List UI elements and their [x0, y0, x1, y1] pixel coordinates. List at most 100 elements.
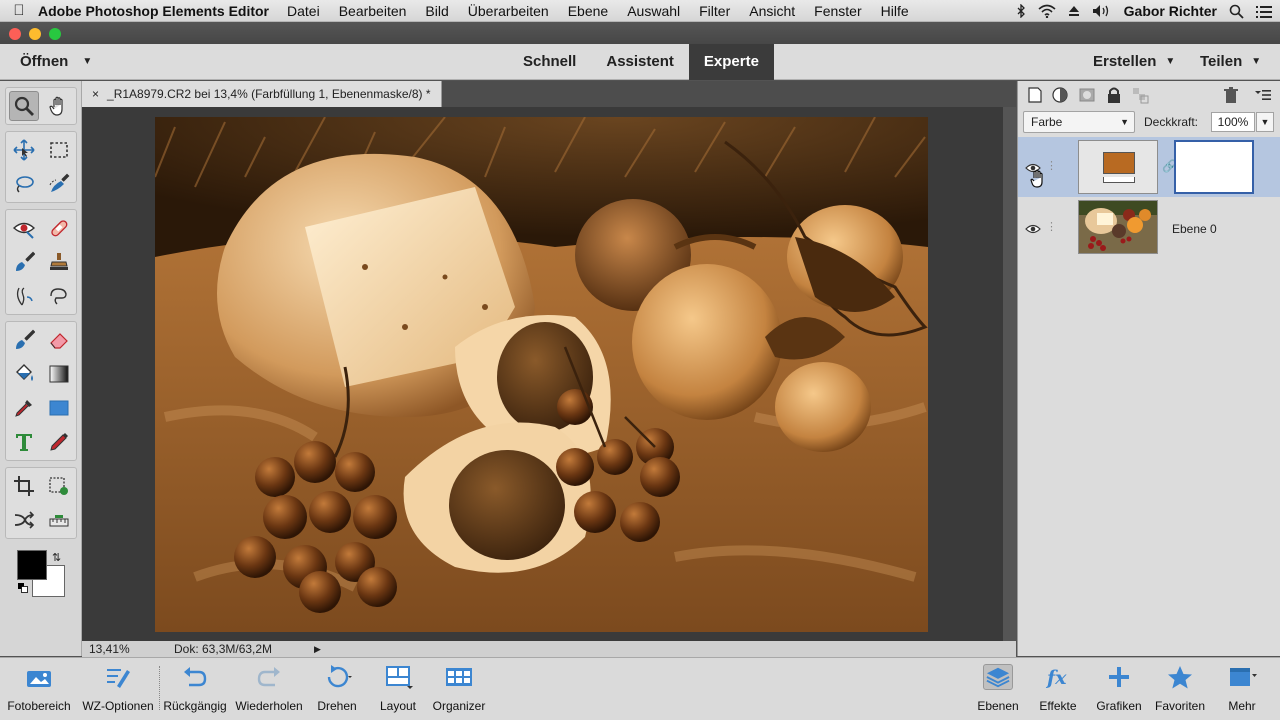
lock-icon[interactable]	[1105, 86, 1123, 104]
foreground-color-swatch[interactable]	[17, 550, 47, 580]
recompose-tool[interactable]	[44, 471, 74, 501]
content-aware-move-tool[interactable]	[9, 505, 39, 535]
open-button[interactable]: Öffnen ▼	[20, 44, 92, 80]
text-t-icon	[16, 434, 32, 451]
brush-tool[interactable]	[9, 325, 39, 355]
close-window-button[interactable]	[9, 28, 21, 40]
blur-icon	[16, 287, 33, 306]
status-menu-arrow-icon[interactable]: ▶	[314, 641, 321, 657]
spotlight-search-icon[interactable]	[1229, 4, 1244, 19]
document-tab[interactable]: × _R1A8979.CR2 bei 13,4% (Farbfüllung 1, …	[82, 81, 442, 107]
share-button[interactable]: Teilen ▼	[1200, 44, 1261, 80]
layer-row-fill[interactable]: ⋮ 🔗	[1018, 137, 1280, 197]
menu-fenster[interactable]: Fenster	[814, 3, 861, 19]
effects-label: Effekte	[1039, 699, 1077, 713]
visibility-eye-icon[interactable]	[1025, 223, 1041, 235]
tool-options-button[interactable]: WZ-Optionen	[78, 658, 158, 720]
vertical-scrollbar[interactable]	[1003, 107, 1016, 641]
default-colors-icon[interactable]	[18, 583, 28, 593]
trash-icon[interactable]	[1222, 86, 1240, 104]
user-name[interactable]: Gabor Richter	[1124, 3, 1217, 19]
panel-menu-icon[interactable]	[1254, 86, 1272, 104]
mode-quick-tab[interactable]: Schnell	[508, 44, 591, 80]
plus-icon	[1109, 667, 1129, 687]
app-name-menu[interactable]: Adobe Photoshop Elements Editor	[38, 3, 269, 19]
chevron-down-icon: ▼	[1120, 117, 1129, 127]
favorites-button[interactable]: Favoriten	[1150, 658, 1210, 720]
menu-auswahl[interactable]: Auswahl	[627, 3, 680, 19]
sepia-still-life-photo[interactable]	[155, 117, 928, 632]
menu-hilfe[interactable]: Hilfe	[881, 3, 909, 19]
spot-healing-brush-tool[interactable]	[44, 213, 74, 243]
wifi-icon[interactable]	[1038, 4, 1056, 18]
apple-menu-icon[interactable]: 	[0, 2, 38, 19]
photo-layer-thumbnail[interactable]	[1078, 200, 1158, 254]
paint-bucket-tool[interactable]	[9, 359, 39, 389]
menu-bearbeiten[interactable]: Bearbeiten	[339, 3, 407, 19]
opacity-dropdown-button[interactable]: ▼	[1256, 112, 1274, 132]
zoom-tool[interactable]	[9, 91, 39, 121]
volume-icon[interactable]	[1092, 4, 1112, 18]
minimize-window-button[interactable]	[29, 28, 41, 40]
blur-tool[interactable]	[9, 281, 39, 311]
menu-datei[interactable]: Datei	[287, 3, 320, 19]
layout-button[interactable]: Layout	[370, 658, 426, 720]
new-layer-icon[interactable]	[1026, 86, 1044, 104]
eject-icon[interactable]	[1068, 5, 1080, 17]
red-eye-removal-tool[interactable]	[9, 213, 39, 243]
tool-options-label: WZ-Optionen	[82, 699, 154, 713]
mode-guided-tab[interactable]: Assistent	[591, 44, 689, 80]
menu-ansicht[interactable]: Ansicht	[749, 3, 795, 19]
adjustment-layer-icon[interactable]	[1051, 86, 1069, 104]
photo-bin-label: Fotobereich	[7, 699, 71, 713]
layers-panel-button[interactable]: Ebenen	[970, 658, 1026, 720]
bluetooth-icon[interactable]	[1016, 4, 1026, 18]
eraser-tool[interactable]	[44, 325, 74, 355]
photo-bin-button[interactable]: Fotobereich	[0, 658, 78, 720]
lock-transparency-icon[interactable]	[1131, 86, 1149, 104]
menu-ueberarbeiten[interactable]: Überarbeiten	[468, 3, 549, 19]
notification-list-icon[interactable]	[1256, 5, 1272, 18]
hand-tool[interactable]	[44, 91, 74, 121]
opacity-input[interactable]: 100%	[1211, 112, 1255, 132]
menu-ebene[interactable]: Ebene	[568, 3, 608, 19]
lasso-tool[interactable]	[9, 169, 39, 199]
fill-layer-thumbnail[interactable]	[1078, 140, 1158, 194]
gradient-tool[interactable]	[44, 359, 74, 389]
more-button[interactable]: Mehr	[1214, 658, 1270, 720]
redo-label: Wiederholen	[235, 699, 303, 713]
crop-tool[interactable]	[9, 471, 39, 501]
layer-row-ebene-0[interactable]: ⋮ Ebene 0	[1018, 199, 1280, 259]
graphics-button[interactable]: Grafiken	[1090, 658, 1148, 720]
swap-colors-icon[interactable]: ⇅	[52, 551, 61, 564]
layer-mask-thumbnail[interactable]	[1174, 140, 1254, 194]
toolbox: ⇅	[0, 81, 82, 656]
effects-button[interactable]: fx Effekte	[1030, 658, 1086, 720]
smart-brush-tool[interactable]	[9, 247, 39, 277]
pencil-tool[interactable]	[44, 427, 74, 457]
type-tool[interactable]	[9, 427, 39, 457]
undo-button[interactable]: Rückgängig	[160, 658, 230, 720]
custom-shape-tool[interactable]	[44, 393, 74, 423]
sponge-tool[interactable]	[44, 281, 74, 311]
menu-bild[interactable]: Bild	[425, 3, 448, 19]
menu-filter[interactable]: Filter	[699, 3, 730, 19]
quick-selection-tool[interactable]	[44, 169, 74, 199]
redo-button[interactable]: Wiederholen	[232, 658, 306, 720]
rotate-button[interactable]: Drehen	[308, 658, 366, 720]
blend-mode-select[interactable]: Farbe ▼	[1023, 111, 1135, 133]
create-button[interactable]: Erstellen ▼	[1093, 44, 1175, 80]
mode-expert-tab[interactable]: Experte	[688, 44, 774, 80]
straighten-tool[interactable]	[44, 505, 74, 535]
hand-icon	[49, 96, 63, 116]
eyedropper-tool[interactable]	[9, 393, 39, 423]
zoom-window-button[interactable]	[49, 28, 61, 40]
close-document-icon[interactable]: ×	[92, 87, 99, 101]
rectangular-marquee-tool[interactable]	[44, 135, 74, 165]
open-label: Öffnen	[20, 53, 69, 70]
organizer-button[interactable]: Organizer	[428, 658, 490, 720]
move-tool[interactable]	[9, 135, 39, 165]
layer-mask-icon[interactable]	[1078, 86, 1096, 104]
zoom-level[interactable]: 13,41%	[89, 641, 130, 657]
clone-stamp-tool[interactable]	[44, 247, 74, 277]
